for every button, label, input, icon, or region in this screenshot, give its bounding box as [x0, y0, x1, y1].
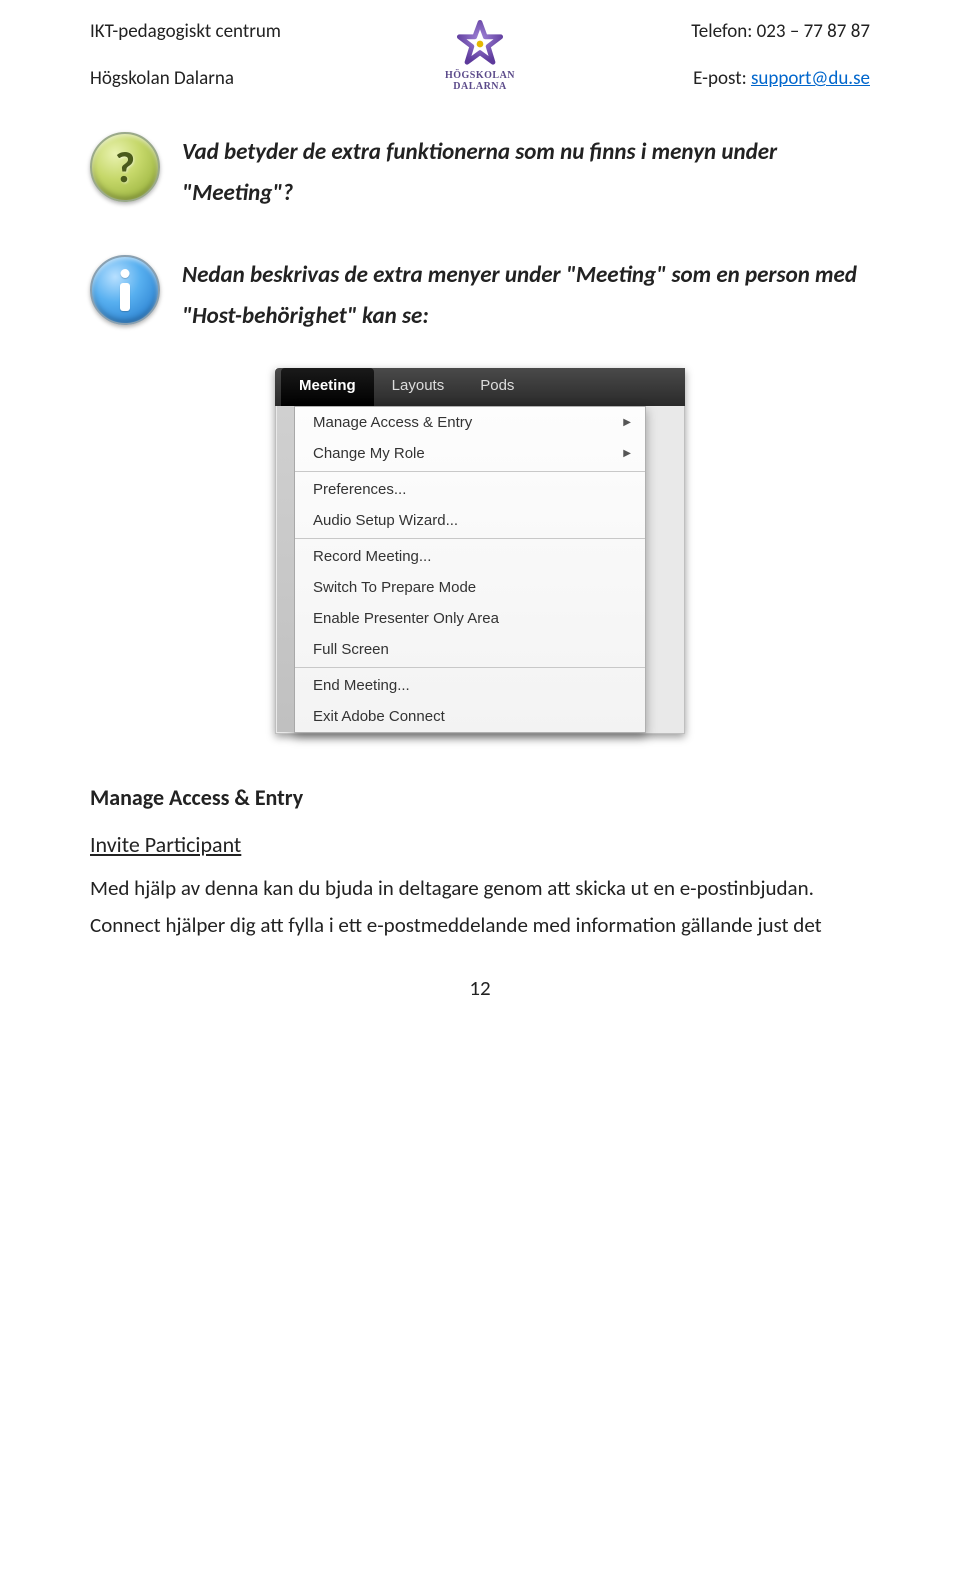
- menu-item-change-role[interactable]: Change My Role: [295, 438, 645, 469]
- menu-item-record[interactable]: Record Meeting...: [295, 541, 645, 572]
- tab-meeting[interactable]: Meeting: [281, 368, 374, 406]
- menu-item-manage-access[interactable]: Manage Access & Entry: [295, 407, 645, 438]
- tab-layouts[interactable]: Layouts: [374, 368, 463, 406]
- header-phone: Telefon: 023 – 77 87 87: [540, 20, 870, 43]
- menu-dropdown: Manage Access & Entry Change My Role Pre…: [294, 406, 646, 733]
- header-right: Telefon: 023 – 77 87 87 E-post: support@…: [540, 20, 870, 90]
- header-email: E-post: support@du.se: [540, 67, 870, 90]
- menu-left-strip: [277, 406, 295, 732]
- page-header: IKT-pedagogiskt centrum Högskolan Dalarn…: [90, 20, 870, 92]
- question-icon: [90, 132, 160, 202]
- menu-item-preferences[interactable]: Preferences...: [295, 474, 645, 505]
- header-logo: HÖGSKOLAN DALARNA: [420, 20, 540, 92]
- menu-item-end-meeting[interactable]: End Meeting...: [295, 670, 645, 701]
- question-block: Vad betyder de extra funktionerna som nu…: [90, 132, 870, 215]
- support-email-link[interactable]: support@du.se: [751, 67, 870, 90]
- answer-text: Nedan beskrivas de extra menyer under "M…: [182, 255, 870, 338]
- heading-manage-access: Manage Access & Entry: [90, 784, 870, 811]
- header-org: IKT-pedagogiskt centrum: [90, 20, 420, 43]
- star-icon: [456, 20, 504, 68]
- menu-separator: [295, 538, 645, 539]
- menu-item-presenter-area[interactable]: Enable Presenter Only Area: [295, 603, 645, 634]
- menu-item-exit[interactable]: Exit Adobe Connect: [295, 701, 645, 732]
- tab-pods[interactable]: Pods: [462, 368, 532, 406]
- heading-invite-participant: Invite Participant: [90, 831, 870, 858]
- paragraph-invite: Med hjälp av denna kan du bjuda in delta…: [90, 870, 870, 946]
- header-left: IKT-pedagogiskt centrum Högskolan Dalarn…: [90, 20, 420, 90]
- menu-item-audio-wizard[interactable]: Audio Setup Wizard...: [295, 505, 645, 536]
- menu-separator: [295, 471, 645, 472]
- menu-separator: [295, 667, 645, 668]
- logo-label: HÖGSKOLAN DALARNA: [420, 70, 540, 92]
- menu-body: Manage Access & Entry Change My Role Pre…: [275, 406, 685, 734]
- header-school: Högskolan Dalarna: [90, 67, 420, 90]
- page-number: 12: [90, 975, 870, 1001]
- menu-item-prepare-mode[interactable]: Switch To Prepare Mode: [295, 572, 645, 603]
- menu-bar: Meeting Layouts Pods: [275, 368, 685, 406]
- answer-block: Nedan beskrivas de extra menyer under "M…: [90, 255, 870, 338]
- info-icon: [90, 255, 160, 325]
- menu-screenshot: Meeting Layouts Pods Manage Access & Ent…: [275, 368, 685, 734]
- question-text: Vad betyder de extra funktionerna som nu…: [182, 132, 870, 215]
- menu-item-full-screen[interactable]: Full Screen: [295, 634, 645, 665]
